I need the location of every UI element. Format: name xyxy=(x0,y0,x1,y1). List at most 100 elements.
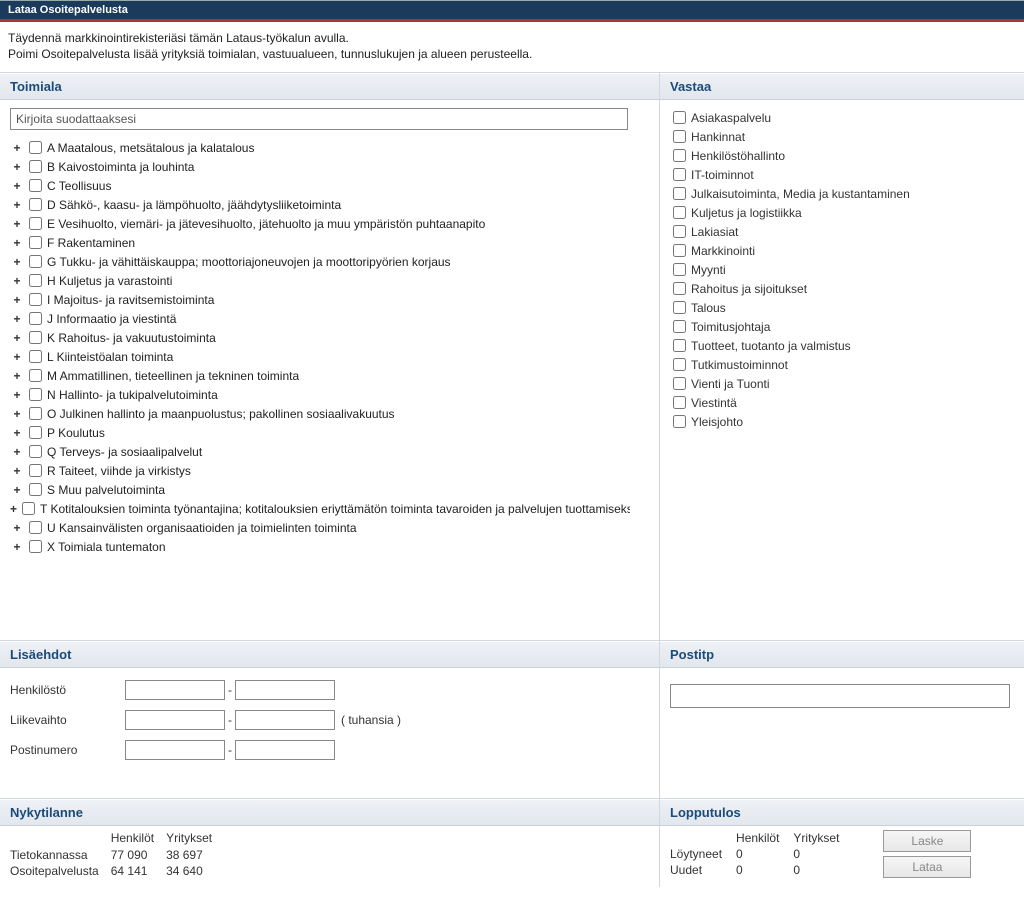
vastaa-checkbox[interactable] xyxy=(673,225,686,238)
vastaa-checkbox[interactable] xyxy=(673,301,686,314)
toimiala-item[interactable]: +E Vesihuolto, viemäri- ja jätevesihuolt… xyxy=(10,214,630,233)
toimiala-item[interactable]: +K Rahoitus- ja vakuutustoiminta xyxy=(10,328,630,347)
vastaa-item[interactable]: Markkinointi xyxy=(670,241,1014,260)
toimiala-item[interactable]: +Q Terveys- ja sosiaalipalvelut xyxy=(10,442,630,461)
vastaa-item[interactable]: Vienti ja Tuonti xyxy=(670,374,1014,393)
vastaa-item[interactable]: Asiakaspalvelu xyxy=(670,108,1014,127)
toimiala-item[interactable]: +S Muu palvelutoiminta xyxy=(10,480,630,499)
toimiala-item[interactable]: +O Julkinen hallinto ja maanpuolustus; p… xyxy=(10,404,630,423)
vastaa-item[interactable]: Tuotteet, tuotanto ja valmistus xyxy=(670,336,1014,355)
vastaa-item[interactable]: Hankinnat xyxy=(670,127,1014,146)
toimiala-checkbox[interactable] xyxy=(29,141,42,154)
toimiala-item[interactable]: +F Rakentaminen xyxy=(10,233,630,252)
vastaa-checkbox[interactable] xyxy=(673,130,686,143)
expand-icon[interactable]: + xyxy=(10,160,24,174)
toimiala-item[interactable]: +M Ammatillinen, tieteellinen ja teknine… xyxy=(10,366,630,385)
vastaa-checkbox[interactable] xyxy=(673,377,686,390)
vastaa-checkbox[interactable] xyxy=(673,168,686,181)
vastaa-item[interactable]: Viestintä xyxy=(670,393,1014,412)
toimiala-checkbox[interactable] xyxy=(29,293,42,306)
vastaa-item[interactable]: Rahoitus ja sijoitukset xyxy=(670,279,1014,298)
toimiala-item[interactable]: +T Kotitalouksien toiminta työnantajina;… xyxy=(10,499,630,518)
toimiala-item[interactable]: +N Hallinto- ja tukipalvelutoiminta xyxy=(10,385,630,404)
vastaa-item[interactable]: Kuljetus ja logistiikka xyxy=(670,203,1014,222)
vastaa-item[interactable]: Henkilöstöhallinto xyxy=(670,146,1014,165)
expand-icon[interactable]: + xyxy=(10,540,24,554)
toimiala-checkbox[interactable] xyxy=(29,369,42,382)
expand-icon[interactable]: + xyxy=(10,369,24,383)
postitp-input[interactable] xyxy=(670,684,1010,708)
vastaa-checkbox[interactable] xyxy=(673,111,686,124)
toimiala-item[interactable]: +A Maatalous, metsätalous ja kalatalous xyxy=(10,138,630,157)
expand-icon[interactable]: + xyxy=(10,464,24,478)
toimiala-checkbox[interactable] xyxy=(29,217,42,230)
toimiala-checkbox[interactable] xyxy=(29,160,42,173)
toimiala-item[interactable]: +L Kiinteistöalan toiminta xyxy=(10,347,630,366)
toimiala-item[interactable]: +R Taiteet, viihde ja virkistys xyxy=(10,461,630,480)
liikevaihto-from[interactable] xyxy=(125,710,225,730)
toimiala-checkbox[interactable] xyxy=(29,198,42,211)
toimiala-item[interactable]: +P Koulutus xyxy=(10,423,630,442)
toimiala-checkbox[interactable] xyxy=(29,350,42,363)
vastaa-checkbox[interactable] xyxy=(673,396,686,409)
vastaa-checkbox[interactable] xyxy=(673,415,686,428)
vastaa-item[interactable]: Yleisjohto xyxy=(670,412,1014,431)
toimiala-checkbox[interactable] xyxy=(29,312,42,325)
toimiala-item[interactable]: +H Kuljetus ja varastointi xyxy=(10,271,630,290)
expand-icon[interactable]: + xyxy=(10,255,24,269)
vastaa-checkbox[interactable] xyxy=(673,339,686,352)
vastaa-item[interactable]: Talous xyxy=(670,298,1014,317)
vastaa-checkbox[interactable] xyxy=(673,282,686,295)
toimiala-checkbox[interactable] xyxy=(29,331,42,344)
toimiala-filter-input[interactable] xyxy=(10,108,628,130)
toimiala-item[interactable]: +B Kaivostoiminta ja louhinta xyxy=(10,157,630,176)
toimiala-item[interactable]: +X Toimiala tuntematon xyxy=(10,537,630,556)
vastaa-checkbox[interactable] xyxy=(673,263,686,276)
liikevaihto-to[interactable] xyxy=(235,710,335,730)
toimiala-item[interactable]: +J Informaatio ja viestintä xyxy=(10,309,630,328)
vastaa-item[interactable]: Julkaisutoiminta, Media ja kustantaminen xyxy=(670,184,1014,203)
expand-icon[interactable]: + xyxy=(10,274,24,288)
toimiala-checkbox[interactable] xyxy=(29,255,42,268)
toimiala-checkbox[interactable] xyxy=(29,388,42,401)
toimiala-checkbox[interactable] xyxy=(29,521,42,534)
toimiala-item[interactable]: +G Tukku- ja vähittäiskauppa; moottoriaj… xyxy=(10,252,630,271)
expand-icon[interactable]: + xyxy=(10,502,17,516)
expand-icon[interactable]: + xyxy=(10,521,24,535)
toimiala-checkbox[interactable] xyxy=(29,426,42,439)
vastaa-checkbox[interactable] xyxy=(673,187,686,200)
expand-icon[interactable]: + xyxy=(10,141,24,155)
toimiala-checkbox[interactable] xyxy=(29,464,42,477)
vastaa-item[interactable]: Lakiasiat xyxy=(670,222,1014,241)
postinumero-from[interactable] xyxy=(125,740,225,760)
toimiala-item[interactable]: +U Kansainvälisten organisaatioiden ja t… xyxy=(10,518,630,537)
expand-icon[interactable]: + xyxy=(10,388,24,402)
toimiala-checkbox[interactable] xyxy=(29,540,42,553)
expand-icon[interactable]: + xyxy=(10,407,24,421)
vastaa-checkbox[interactable] xyxy=(673,206,686,219)
henkilosto-from[interactable] xyxy=(125,680,225,700)
vastaa-checkbox[interactable] xyxy=(673,358,686,371)
expand-icon[interactable]: + xyxy=(10,236,24,250)
toimiala-checkbox[interactable] xyxy=(22,502,35,515)
toimiala-checkbox[interactable] xyxy=(29,407,42,420)
expand-icon[interactable]: + xyxy=(10,198,24,212)
postinumero-to[interactable] xyxy=(235,740,335,760)
henkilosto-to[interactable] xyxy=(235,680,335,700)
expand-icon[interactable]: + xyxy=(10,426,24,440)
expand-icon[interactable]: + xyxy=(10,293,24,307)
vastaa-checkbox[interactable] xyxy=(673,244,686,257)
toimiala-checkbox[interactable] xyxy=(29,179,42,192)
expand-icon[interactable]: + xyxy=(10,445,24,459)
toimiala-checkbox[interactable] xyxy=(29,445,42,458)
vastaa-item[interactable]: Myynti xyxy=(670,260,1014,279)
vastaa-item[interactable]: Toimitusjohtaja xyxy=(670,317,1014,336)
vastaa-item[interactable]: Tutkimustoiminnot xyxy=(670,355,1014,374)
toimiala-checkbox[interactable] xyxy=(29,236,42,249)
toimiala-checkbox[interactable] xyxy=(29,274,42,287)
expand-icon[interactable]: + xyxy=(10,179,24,193)
expand-icon[interactable]: + xyxy=(10,217,24,231)
toimiala-item[interactable]: +C Teollisuus xyxy=(10,176,630,195)
vastaa-item[interactable]: IT-toiminnot xyxy=(670,165,1014,184)
expand-icon[interactable]: + xyxy=(10,350,24,364)
